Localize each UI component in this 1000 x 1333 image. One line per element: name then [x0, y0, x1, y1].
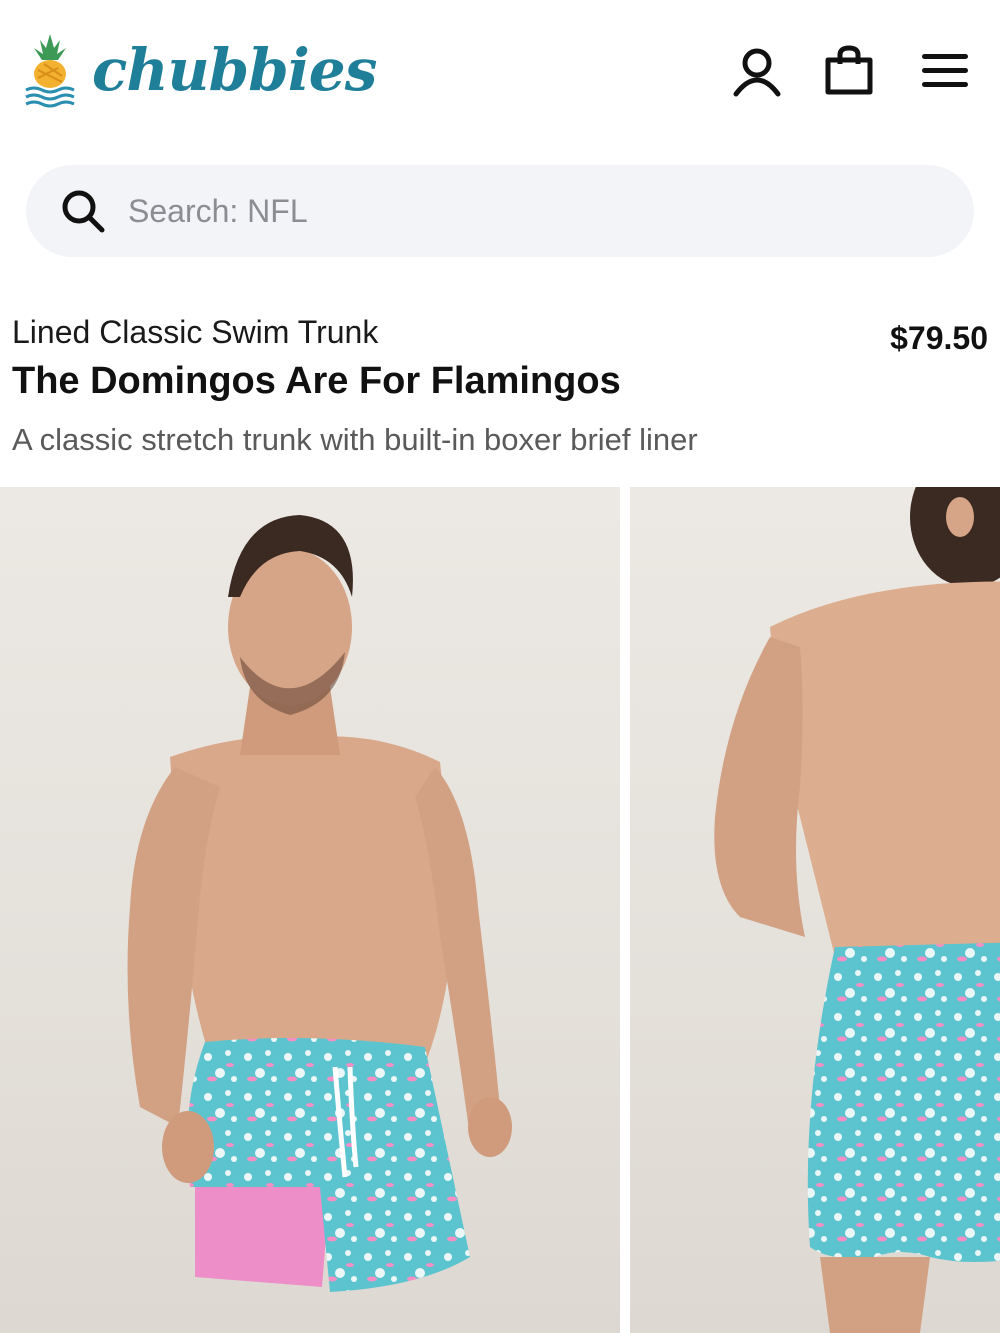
model-back-illustration: [714, 487, 1000, 1333]
product-description: A classic stretch trunk with built-in bo…: [12, 422, 698, 457]
search-bar[interactable]: [26, 165, 974, 257]
cart-button[interactable]: [820, 42, 878, 100]
model-front-illustration: [127, 515, 512, 1292]
menu-button[interactable]: [916, 42, 974, 100]
search-input[interactable]: [128, 181, 974, 241]
account-icon: [733, 48, 781, 97]
pineapple-logo-icon: [25, 34, 75, 108]
product-price: $79.50: [890, 320, 988, 356]
menu-icon: [922, 54, 968, 87]
search-icon: [62, 190, 105, 233]
brand-logo[interactable]: chubbies: [22, 30, 377, 110]
front-view-photo[interactable]: [0, 487, 620, 1333]
brand-name: chubbies: [92, 36, 377, 104]
site-header: chubbies: [0, 0, 1000, 150]
shopping-bag-icon: [825, 45, 873, 95]
account-button[interactable]: [728, 42, 786, 100]
product-title: The Domingos Are For Flamingos: [12, 360, 621, 402]
product-gallery[interactable]: [0, 487, 1000, 1333]
product-subtitle: Lined Classic Swim Trunk: [12, 314, 379, 350]
product-info: Lined Classic Swim Trunk The Domingos Ar…: [12, 312, 992, 460]
back-view-photo[interactable]: [630, 487, 1000, 1333]
